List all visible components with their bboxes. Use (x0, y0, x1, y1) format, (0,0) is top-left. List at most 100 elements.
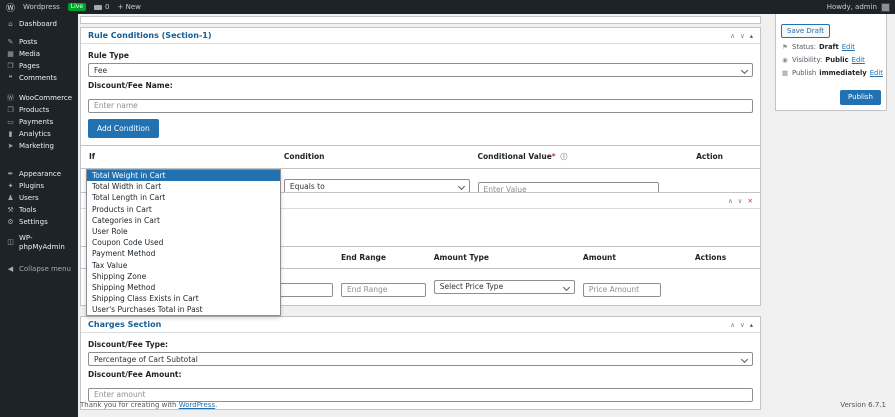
dropdown-option[interactable]: Total Width in Cart (87, 181, 280, 192)
status-icon: ⚑ (782, 43, 788, 51)
dashboard-icon: ⌂ (8, 19, 13, 28)
phpmyadmin-icon: ◫ (7, 238, 14, 246)
version-text: Version 6.7.1 (840, 401, 886, 409)
sidebar-item-plugins[interactable]: ✦ Plugins (0, 180, 78, 192)
comments-shortcut[interactable]: 0 (94, 3, 110, 11)
sidebar-label: Posts (19, 37, 38, 46)
help-icon[interactable]: ⓘ (560, 153, 567, 161)
tools-icon: ⚒ (7, 205, 14, 214)
add-condition-button[interactable]: Add Condition (88, 118, 159, 138)
amount-input[interactable] (582, 282, 662, 297)
discount-fee-amount-input[interactable] (88, 387, 753, 402)
sidebar-item-marketing[interactable]: ➤ Marketing (0, 140, 78, 152)
settings-icon: ⚙ (7, 217, 14, 226)
sidebar-item-media[interactable]: ▦ Media (0, 48, 78, 60)
rule-conditions-header[interactable]: Rule Conditions (Section-1) ∧ ∨ ▴ (81, 28, 760, 44)
amount-type-select[interactable]: Select Price Type (433, 279, 575, 294)
sidebar-item-products[interactable]: ❒ Products (0, 104, 78, 116)
dropdown-option[interactable]: Products in Cart (87, 204, 280, 215)
charges-header[interactable]: Charges Section ∧ ∨ ▴ (81, 317, 760, 333)
sidebar-item-users[interactable]: ♟ Users (0, 192, 78, 204)
rule-type-value: Fee (94, 65, 108, 75)
dropdown-option[interactable]: Shipping Method (87, 282, 280, 293)
avatar[interactable] (881, 2, 890, 12)
sidebar-item-posts[interactable]: ✎ Posts (0, 36, 78, 48)
howdy-admin-link[interactable]: Howdy, admin (827, 3, 877, 11)
edit-visibility-link[interactable]: Edit (852, 56, 865, 64)
amount-column-header: Amount (582, 253, 616, 262)
amount-type-value: Select Price Type (439, 282, 504, 292)
sidebar-label: Users (19, 193, 39, 202)
site-name-link[interactable]: Wordpress (23, 3, 60, 11)
dropdown-option[interactable]: Coupon Code Used (87, 237, 280, 248)
toggle-panel-icon[interactable]: ▴ (750, 32, 753, 40)
discount-fee-name-label: Discount/Fee Name: (88, 81, 173, 90)
dropdown-option[interactable]: User Role (87, 226, 280, 237)
action-column-header: Action (696, 152, 724, 161)
status-label: Status: (792, 43, 816, 51)
sidebar-item-pages[interactable]: ❐ Pages (0, 60, 78, 72)
dropdown-option[interactable]: Total Weight in Cart (87, 170, 280, 182)
schedule-value: immediately (819, 69, 867, 77)
edit-schedule-link[interactable]: Edit (870, 69, 883, 77)
move-up-icon[interactable]: ∧ (730, 32, 735, 40)
discount-fee-name-input[interactable] (88, 98, 753, 113)
sidebar-label: Payments (19, 117, 54, 126)
save-draft-button[interactable]: Save Draft (781, 24, 831, 38)
visibility-icon: ◉ (782, 56, 788, 64)
move-down-icon[interactable]: ∨ (740, 321, 745, 329)
posts-icon: ✎ (7, 37, 14, 46)
dropdown-option[interactable]: Shipping Zone (87, 271, 280, 282)
sidebar-item-dashboard[interactable]: ⌂ Dashboard (0, 18, 78, 30)
sidebar-label: Marketing (19, 141, 54, 150)
panel-controls: ∧ ∨ ▴ (730, 321, 753, 329)
admin-sidebar: ⌂ Dashboard ✎ Posts ▦ Media ❐ Pages ❝ Co… (0, 14, 78, 417)
sidebar-item-appearance[interactable]: ✒ Appearance (0, 168, 78, 180)
rule-type-label: Rule Type (88, 51, 129, 60)
new-content-button[interactable]: + New (118, 3, 141, 11)
end-range-column-header: End Range (340, 253, 387, 262)
dropdown-option[interactable]: Payment Method (87, 248, 280, 259)
sidebar-item-wp-phpmyadmin[interactable]: ◫ WP-phpMyAdmin (0, 232, 78, 253)
dropdown-option[interactable]: User's Purchases Total in Past (87, 304, 280, 315)
panel-controls: ∧ ∨ ▴ (730, 32, 753, 40)
remove-section-icon[interactable]: ✕ (748, 197, 753, 205)
sidebar-item-woocommerce[interactable]: Ⓦ WooCommerce (0, 92, 78, 104)
footer-thanks-text: Thank you for creating with (80, 401, 179, 409)
end-range-input[interactable] (340, 282, 426, 297)
sidebar-item-settings[interactable]: ⚙ Settings (0, 216, 78, 228)
panel-controls: ∧ ∨ ✕ (728, 197, 753, 205)
edit-status-link[interactable]: Edit (842, 43, 855, 51)
discount-fee-type-value: Percentage of Cart Subtotal (94, 354, 198, 364)
discount-fee-type-select[interactable]: Percentage of Cart Subtotal (88, 352, 753, 366)
if-select-open-dropdown: Total Weight in Cart Total Width in Cart… (86, 169, 281, 317)
rule-type-select[interactable]: Fee (88, 63, 753, 77)
admin-footer: Thank you for creating with WordPress. V… (80, 401, 886, 409)
calendar-icon: ▦ (781, 69, 789, 77)
wordpress-logo-icon[interactable]: Ⓦ (6, 1, 15, 14)
sidebar-item-tools[interactable]: ⚒ Tools (0, 204, 78, 216)
panel-title: Rule Conditions (Section-1) (88, 31, 212, 40)
dropdown-option[interactable]: Categories in Cart (87, 215, 280, 226)
sidebar-label: Pages (19, 61, 40, 70)
admin-bar: Ⓦ Wordpress Live 0 + New Howdy, admin (0, 0, 895, 14)
sidebar-label: Products (19, 105, 50, 114)
discount-fee-amount-label: Discount/Fee Amount: (88, 370, 182, 379)
publish-button[interactable]: Publish (840, 89, 881, 105)
sidebar-label: Dashboard (19, 19, 57, 28)
move-up-icon[interactable]: ∧ (728, 197, 733, 205)
wordpress-footer-link[interactable]: WordPress (179, 401, 215, 409)
dropdown-option[interactable]: Total Length in Cart (87, 192, 280, 203)
dropdown-option[interactable]: Shipping Class Exists in Cart (87, 293, 280, 304)
collapse-menu-button[interactable]: ◀ Collapse menu (0, 263, 78, 275)
move-down-icon[interactable]: ∨ (738, 197, 743, 205)
sidebar-item-comments[interactable]: ❝ Comments (0, 72, 78, 84)
toggle-panel-icon[interactable]: ▴ (750, 321, 753, 329)
dropdown-option[interactable]: Tax Value (87, 260, 280, 271)
sidebar-item-analytics[interactable]: ▮ Analytics (0, 128, 78, 140)
move-up-icon[interactable]: ∧ (730, 321, 735, 329)
sidebar-item-payments[interactable]: ▭ Payments (0, 116, 78, 128)
move-down-icon[interactable]: ∨ (740, 32, 745, 40)
charges-panel: Charges Section ∧ ∨ ▴ Discount/Fee Type:… (80, 316, 761, 410)
sidebar-label: Plugins (19, 181, 45, 190)
